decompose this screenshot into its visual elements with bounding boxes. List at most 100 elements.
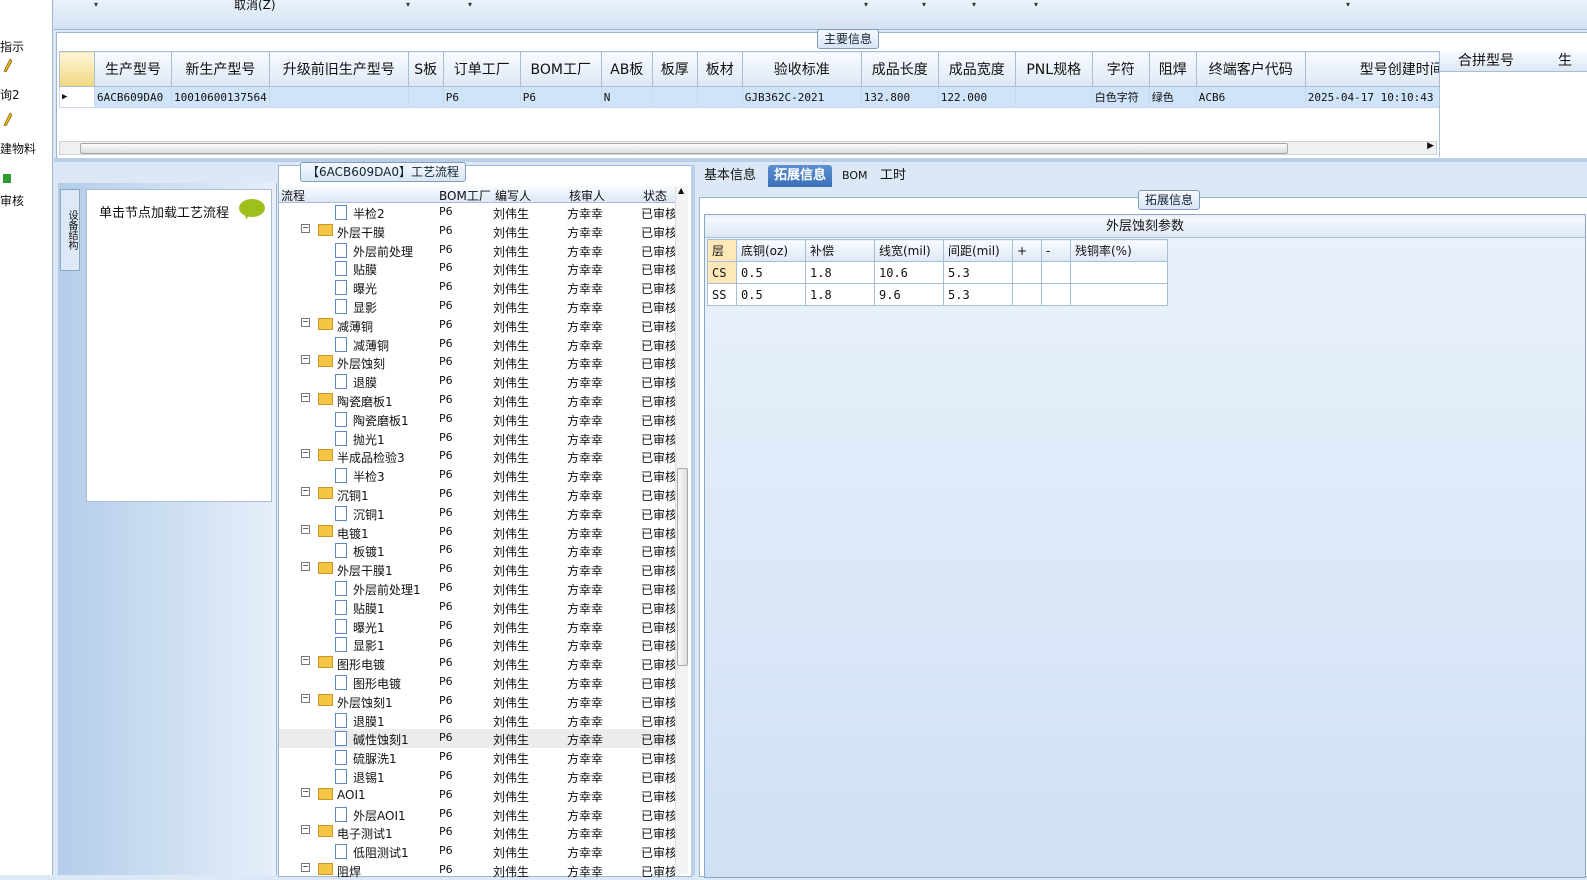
merge-model-header[interactable]: 合拼型号 生 <box>1440 51 1587 72</box>
list-item[interactable]: 半检3 P6 刘伟生 方幸幸 已审核 <box>279 466 675 485</box>
cancel-button[interactable]: 取消(Z) <box>234 0 276 13</box>
list-item[interactable]: 硫脲洗1 P6 刘伟生 方幸幸 已审核 <box>279 748 675 767</box>
table-row[interactable]: CS 0.5 1.8 10.6 5.3 <box>707 261 1168 284</box>
etch-cell[interactable] <box>1070 283 1168 306</box>
grid-col-header[interactable]: AB板 <box>600 51 653 87</box>
list-item[interactable]: 低阻测试1 P6 刘伟生 方幸幸 已审核 <box>279 842 675 861</box>
tab-basic-info[interactable]: 基本信息 <box>698 165 762 187</box>
grid-col-header[interactable]: 型号创建时间 <box>1304 51 1449 87</box>
grid-col-header[interactable]: 成品宽度 <box>937 51 1016 87</box>
chevron-down-icon[interactable]: ▾ <box>864 0 868 9</box>
list-item[interactable]: − 减薄铜 P6 刘伟生 方幸幸 已审核 <box>279 316 675 335</box>
collapse-icon[interactable]: − <box>301 524 310 534</box>
etch-cell[interactable]: 5.3 <box>943 261 1013 284</box>
vertical-scrollbar[interactable]: ▲ <box>675 186 688 874</box>
etch-cell[interactable] <box>1070 261 1168 284</box>
etch-col-header[interactable]: 层 <box>707 239 737 262</box>
scroll-right-icon[interactable]: ▶ <box>1427 141 1434 151</box>
collapse-icon[interactable]: − <box>301 863 310 872</box>
grid-cell[interactable]: 132.800 <box>860 86 939 108</box>
list-item[interactable]: 板镀1 P6 刘伟生 方幸幸 已审核 <box>279 541 675 560</box>
list-item[interactable]: 半检2 P6 刘伟生 方幸幸 已审核 <box>279 203 675 222</box>
chevron-down-icon[interactable]: ▾ <box>972 0 976 9</box>
scrollbar-thumb[interactable] <box>677 468 688 666</box>
list-item[interactable]: − 电子测试1 P6 刘伟生 方幸幸 已审核 <box>279 823 675 842</box>
list-item[interactable]: − AOI1 P6 刘伟生 方幸幸 已审核 <box>279 786 675 805</box>
grid-cell[interactable]: ACB6 <box>1195 86 1306 108</box>
etch-col-header[interactable]: 底铜(oz) <box>736 239 806 262</box>
etch-col-header[interactable]: 线宽(mil) <box>874 239 944 262</box>
list-item[interactable]: 图形电镀 P6 刘伟生 方幸幸 已审核 <box>279 673 675 692</box>
grid-col-header[interactable]: 订单工厂 <box>442 51 521 87</box>
etch-col-header[interactable]: 间距(mil) <box>943 239 1013 262</box>
list-item[interactable]: − 外层蚀刻 P6 刘伟生 方幸幸 已审核 <box>279 353 675 372</box>
grid-cell[interactable]: 122.000 <box>937 86 1016 108</box>
grid-col-header[interactable]: BOM工厂 <box>519 51 602 87</box>
chevron-down-icon[interactable]: ▾ <box>406 0 410 9</box>
grid-col-header[interactable]: 字符 <box>1091 51 1150 87</box>
col-flow[interactable]: 流程 <box>281 187 305 204</box>
chevron-down-icon[interactable]: ▾ <box>94 0 98 9</box>
collapse-icon[interactable]: − <box>301 487 310 496</box>
list-item[interactable]: 沉铜1 P6 刘伟生 方幸幸 已审核 <box>279 504 675 523</box>
collapse-icon[interactable]: − <box>301 787 310 797</box>
tab-equipment-structure[interactable]: 设备结构 <box>60 189 80 271</box>
collapse-icon[interactable]: − <box>301 223 310 233</box>
list-item[interactable]: − 沉铜1 P6 刘伟生 方幸幸 已审核 <box>279 485 675 504</box>
grid-col-header[interactable]: 升级前旧生产型号 <box>268 51 409 87</box>
list-item[interactable]: − 陶瓷磨板1 P6 刘伟生 方幸幸 已审核 <box>279 391 675 410</box>
etch-col-header[interactable]: + <box>1012 239 1042 262</box>
etch-cell[interactable]: 0.5 <box>736 261 806 284</box>
list-item[interactable]: − 阻焊 P6 刘伟生 方幸幸 已审核 <box>279 861 675 880</box>
etch-col-header[interactable]: 残铜率(%) <box>1070 239 1168 262</box>
list-item[interactable]: 显影1 P6 刘伟生 方幸幸 已审核 <box>279 635 675 654</box>
collapse-icon[interactable]: − <box>301 449 310 459</box>
chevron-down-icon[interactable]: ▾ <box>922 0 926 9</box>
etch-cell[interactable]: CS <box>707 261 737 284</box>
list-item[interactable]: − 电镀1 P6 刘伟生 方幸幸 已审核 <box>279 523 675 542</box>
grid-col-header[interactable]: 验收标准 <box>741 51 862 87</box>
tab-bom[interactable]: BOM <box>836 165 874 187</box>
etch-cell[interactable]: 5.3 <box>943 283 1013 306</box>
scrollbar-thumb[interactable] <box>80 143 1288 154</box>
list-item[interactable]: − 外层蚀刻1 P6 刘伟生 方幸幸 已审核 <box>279 692 675 711</box>
chevron-down-icon[interactable]: ▾ <box>1034 0 1038 9</box>
list-item[interactable]: 贴膜 P6 刘伟生 方幸幸 已审核 <box>279 259 675 278</box>
table-row[interactable]: SS 0.5 1.8 9.6 5.3 <box>707 283 1168 306</box>
grid-col-header[interactable]: S板 <box>407 51 444 87</box>
list-item[interactable]: 抛光1 P6 刘伟生 方幸幸 已审核 <box>279 429 675 448</box>
grid-cell[interactable]: 10010600137564 <box>171 86 270 108</box>
etch-cell[interactable]: 1.8 <box>805 283 875 306</box>
chevron-down-icon[interactable]: ▾ <box>1346 0 1350 9</box>
list-item[interactable]: 退膜1 P6 刘伟生 方幸幸 已审核 <box>279 711 675 730</box>
list-item[interactable]: 陶瓷磨板1 P6 刘伟生 方幸幸 已审核 <box>279 410 675 429</box>
list-item[interactable]: − 图形电镀 P6 刘伟生 方幸幸 已审核 <box>279 654 675 673</box>
grid-col-header[interactable]: 新生产型号 <box>171 51 270 87</box>
list-item[interactable]: 碱性蚀刻1 P6 刘伟生 方幸幸 已审核 <box>279 729 675 749</box>
list-item[interactable]: − 外层干膜 P6 刘伟生 方幸幸 已审核 <box>279 222 675 241</box>
grid-cell[interactable]: 白色字符 <box>1091 86 1150 108</box>
col-status[interactable]: 状态 <box>643 187 667 204</box>
grid-col-header[interactable]: 板材 <box>696 51 743 87</box>
list-item[interactable]: − 半成品检验3 P6 刘伟生 方幸幸 已审核 <box>279 447 675 466</box>
grid-col-header[interactable]: 生产型号 <box>94 51 172 87</box>
etch-col-header[interactable]: - <box>1041 239 1071 262</box>
list-item[interactable]: 退锡1 P6 刘伟生 方幸幸 已审核 <box>279 767 675 786</box>
collapse-icon[interactable]: − <box>301 317 310 327</box>
col-writer[interactable]: 编写人 <box>495 187 531 204</box>
table-row[interactable]: ▶ 6ACB609DA0 10010600137564 P6 P6 N GJB3… <box>59 86 1449 108</box>
scroll-up-icon[interactable]: ▲ <box>678 186 684 195</box>
list-item[interactable]: 曝光 P6 刘伟生 方幸幸 已审核 <box>279 278 675 297</box>
list-item[interactable]: 退膜 P6 刘伟生 方幸幸 已审核 <box>279 372 675 391</box>
list-item[interactable]: 减薄铜 P6 刘伟生 方幸幸 已审核 <box>279 335 675 354</box>
grid-cell[interactable] <box>651 86 698 108</box>
grid-cell[interactable]: 绿色 <box>1148 86 1197 108</box>
etch-cell[interactable]: 1.8 <box>805 261 875 284</box>
grid-cell[interactable]: P6 <box>442 86 521 108</box>
list-item[interactable]: 外层前处理1 P6 刘伟生 方幸幸 已审核 <box>279 579 675 598</box>
list-item[interactable]: 贴膜1 P6 刘伟生 方幸幸 已审核 <box>279 598 675 617</box>
list-item[interactable]: − 外层干膜1 P6 刘伟生 方幸幸 已审核 <box>279 560 675 579</box>
grid-corner[interactable] <box>59 51 95 87</box>
grid-col-header[interactable]: 阻焊 <box>1148 51 1197 87</box>
list-item[interactable]: 显影 P6 刘伟生 方幸幸 已审核 <box>279 297 675 316</box>
